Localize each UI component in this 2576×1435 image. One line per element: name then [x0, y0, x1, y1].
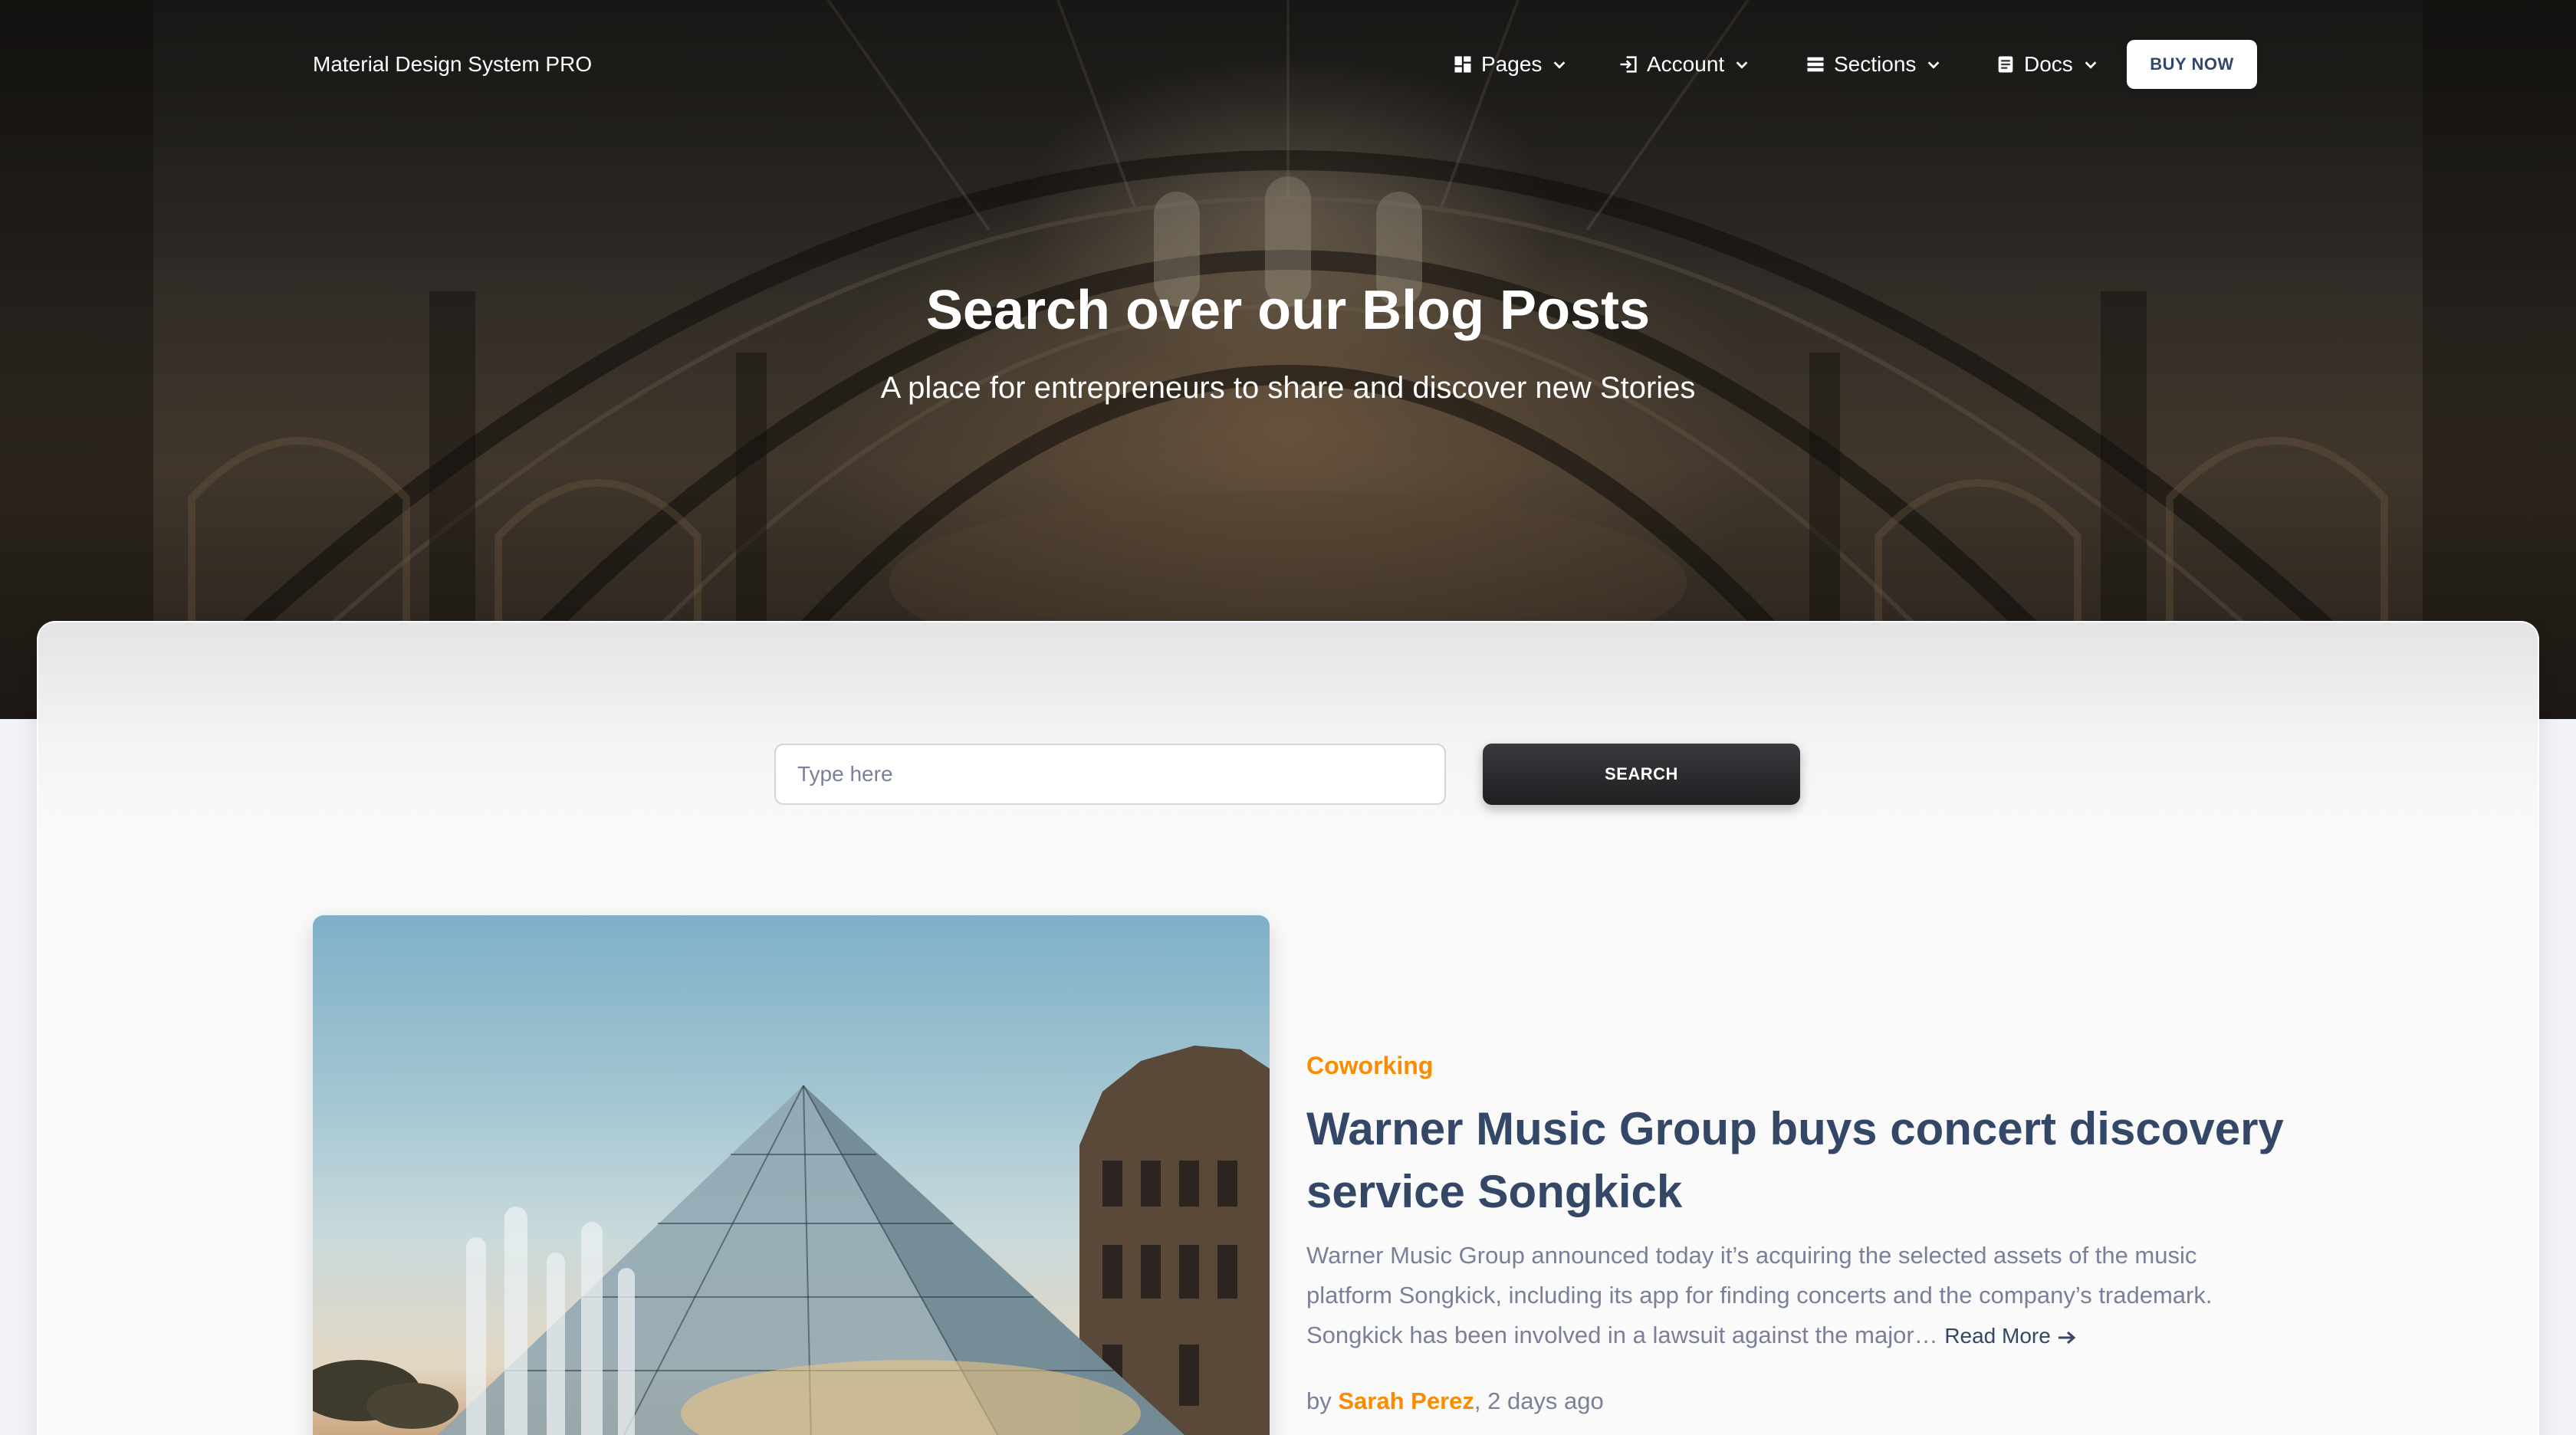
buy-now-button[interactable]: BUY NOW [2127, 40, 2257, 89]
post-title[interactable]: Warner Music Group buys concert discover… [1306, 1098, 2303, 1223]
post-category[interactable]: Coworking [1306, 1050, 1433, 1081]
search-button[interactable]: SEARCH [1483, 744, 1800, 805]
chevron-down-icon [2085, 61, 2097, 69]
post-author[interactable]: Sarah Perez [1338, 1387, 1474, 1414]
view-list-icon [1807, 57, 1824, 72]
nav-item-label: Docs [2024, 52, 2073, 76]
login-icon [1620, 56, 1637, 73]
chevron-down-icon [1736, 61, 1748, 69]
louvre-pyramid-image [313, 1046, 1270, 1435]
post-time: , 2 days ago [1474, 1387, 1604, 1414]
arrow-right-icon [2058, 1331, 2076, 1344]
navbar: Material Design System PRO Pages Account… [0, 0, 2576, 130]
search-input[interactable] [774, 744, 1446, 805]
brand-link[interactable]: Material Design System PRO [313, 51, 592, 78]
post-image[interactable] [313, 915, 1270, 1435]
read-more-label: Read More [1944, 1324, 2051, 1348]
nav-item-docs[interactable]: Docs [1995, 48, 2099, 81]
nav-item-label: Sections [1834, 52, 1917, 76]
post-meta: by Sarah Perez, 2 days ago [1306, 1384, 1604, 1418]
post-by: by [1306, 1387, 1332, 1414]
page-subtitle: A place for entrepreneurs to share and d… [880, 371, 1696, 405]
read-more-link[interactable]: Read More [1944, 1324, 2077, 1348]
post-excerpt: Warner Music Group announced today it’s … [1306, 1236, 2257, 1356]
chevron-down-icon [1928, 61, 1940, 69]
nav-item-pages[interactable]: Pages [1452, 48, 1568, 81]
article-icon [1998, 56, 2013, 73]
dashboard-icon [1454, 56, 1471, 73]
nav-item-label: Pages [1481, 52, 1543, 76]
nav-item-account[interactable]: Account [1618, 48, 1750, 81]
chevron-down-icon [1554, 61, 1566, 69]
nav-item-sections[interactable]: Sections [1805, 48, 1942, 81]
nav-item-label: Account [1647, 52, 1725, 76]
page-title: Search over our Blog Posts [925, 280, 1651, 341]
